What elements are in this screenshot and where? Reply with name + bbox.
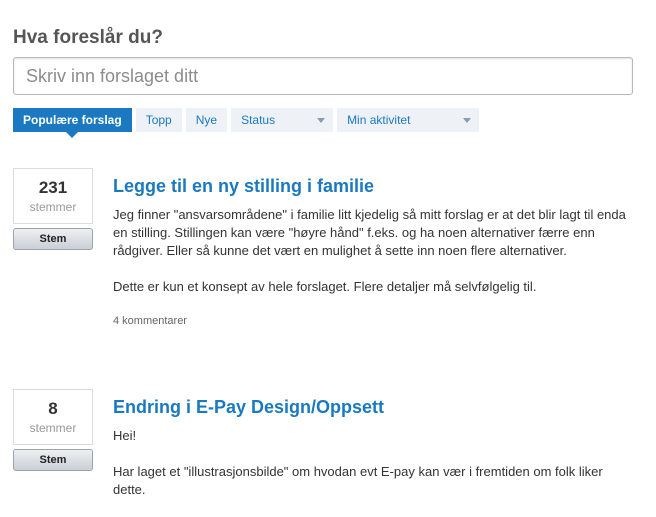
comments-link[interactable]: 4 kommentarer (113, 315, 187, 327)
idea-description: Jeg finner "ansvarsområdene" i familie l… (113, 206, 633, 314)
idea-paragraph: Hei! (113, 428, 137, 443)
idea-title-link[interactable]: Legge til en ny stilling i familie (113, 176, 374, 197)
idea-item: 231 stemmer Stem Legge til en ny stillin… (13, 168, 643, 338)
suggestion-input[interactable] (13, 57, 633, 95)
my-activity-dropdown-label: Min aktivitet (347, 113, 411, 127)
filter-bar: Populære forslag Topp Nye Status Min akt… (13, 108, 480, 138)
chevron-down-icon (463, 118, 472, 123)
status-dropdown-label: Status (241, 113, 276, 127)
vote-button[interactable]: Stem (13, 449, 93, 471)
vote-count: 231 (38, 178, 68, 197)
vote-button[interactable]: Stem (13, 228, 93, 250)
tab-popular[interactable]: Populære forslag (13, 108, 132, 138)
vote-count-box: 8 stemmer (13, 389, 93, 445)
idea-description: Hei! Har laget et "illustrasjonsbilde" o… (113, 427, 633, 517)
idea-title-link[interactable]: Endring i E-Pay Design/Oppsett (113, 397, 384, 418)
idea-paragraph: Dette er kun et konsept av hele forslage… (113, 279, 537, 294)
tab-new[interactable]: Nye (185, 108, 228, 132)
idea-paragraph: Jeg finner "ansvarsområdene" i familie l… (113, 207, 626, 258)
status-dropdown[interactable]: Status (231, 108, 334, 132)
page-title: Hva foreslår du? (13, 27, 163, 48)
chevron-down-icon (317, 118, 326, 123)
vote-count-box: 231 stemmer (13, 168, 93, 224)
my-activity-dropdown[interactable]: Min aktivitet (337, 108, 480, 132)
idea-paragraph: Har laget et "illustrasjonsbilde" om hvo… (113, 464, 603, 497)
vote-label: stemmer (29, 421, 77, 435)
vote-label: stemmer (29, 200, 77, 214)
idea-item: 8 stemmer Stem Endring i E-Pay Design/Op… (13, 389, 643, 505)
vote-count: 8 (48, 399, 58, 418)
tab-top[interactable]: Topp (135, 108, 182, 132)
